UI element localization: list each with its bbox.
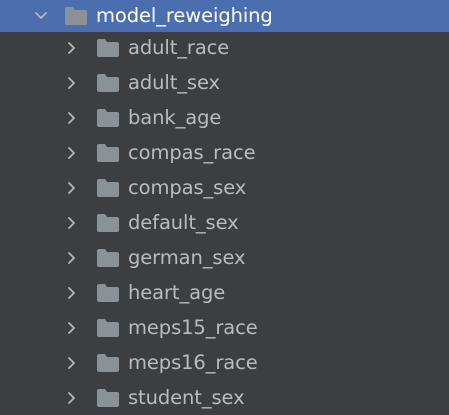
tree-node-compas-sex[interactable]: compas_sex <box>0 170 449 205</box>
chevron-right-icon[interactable] <box>64 355 80 371</box>
tree-node-heart-age[interactable]: heart_age <box>0 275 449 310</box>
chevron-right-icon[interactable] <box>64 180 80 196</box>
folder-icon <box>96 108 120 128</box>
chevron-right-icon[interactable] <box>64 40 80 56</box>
chevron-right-icon[interactable] <box>64 320 80 336</box>
chevron-down-icon[interactable] <box>33 8 49 24</box>
folder-icon <box>96 283 120 303</box>
tree-node-adult-race[interactable]: adult_race <box>0 30 449 65</box>
project-tree: model_reweighing adult_race adult_sexbank… <box>0 0 449 414</box>
tree-node-label: meps16_race <box>128 350 258 374</box>
tree-node-bank-age[interactable]: bank_age <box>0 100 449 135</box>
folder-icon <box>96 178 120 198</box>
tree-node-meps15-race[interactable]: meps15_race <box>0 310 449 345</box>
tree-node-label: german_sex <box>128 245 246 269</box>
folder-icon <box>64 6 88 26</box>
chevron-right-icon[interactable] <box>64 215 80 231</box>
tree-node-compas-race[interactable]: compas_race <box>0 135 449 170</box>
tree-node-label: adult_sex <box>128 70 220 94</box>
chevron-right-icon[interactable] <box>64 285 80 301</box>
tree-node-student-sex[interactable]: student_sex <box>0 380 449 415</box>
folder-icon <box>96 213 120 233</box>
tree-node-meps16-race[interactable]: meps16_race <box>0 345 449 380</box>
tree-node-label: model_reweighing <box>96 4 273 27</box>
tree-node-label: student_sex <box>128 385 245 409</box>
chevron-right-icon[interactable] <box>64 110 80 126</box>
tree-node-label: bank_age <box>128 105 222 129</box>
chevron-right-icon[interactable] <box>64 390 80 406</box>
folder-icon <box>96 73 120 93</box>
tree-node-label: compas_sex <box>128 175 247 199</box>
tree-node-label: compas_race <box>128 140 256 164</box>
chevron-right-icon[interactable] <box>64 250 80 266</box>
folder-icon <box>96 38 120 58</box>
tree-node-label: adult_race <box>128 35 230 59</box>
tree-node-model-reweighing[interactable]: model_reweighing <box>0 0 449 32</box>
tree-node-german-sex[interactable]: german_sex <box>0 240 449 275</box>
folder-icon <box>96 143 120 163</box>
folder-icon <box>96 318 120 338</box>
folder-icon <box>96 353 120 373</box>
folder-icon <box>96 388 120 408</box>
tree-node-default-sex[interactable]: default_sex <box>0 205 449 240</box>
chevron-right-icon[interactable] <box>64 75 80 91</box>
chevron-right-icon[interactable] <box>64 145 80 161</box>
folder-icon <box>96 248 120 268</box>
tree-node-label: meps15_race <box>128 315 258 339</box>
tree-node-adult-sex[interactable]: adult_sex <box>0 65 449 100</box>
tree-node-label: heart_age <box>128 280 226 304</box>
tree-node-label: default_sex <box>128 210 239 234</box>
